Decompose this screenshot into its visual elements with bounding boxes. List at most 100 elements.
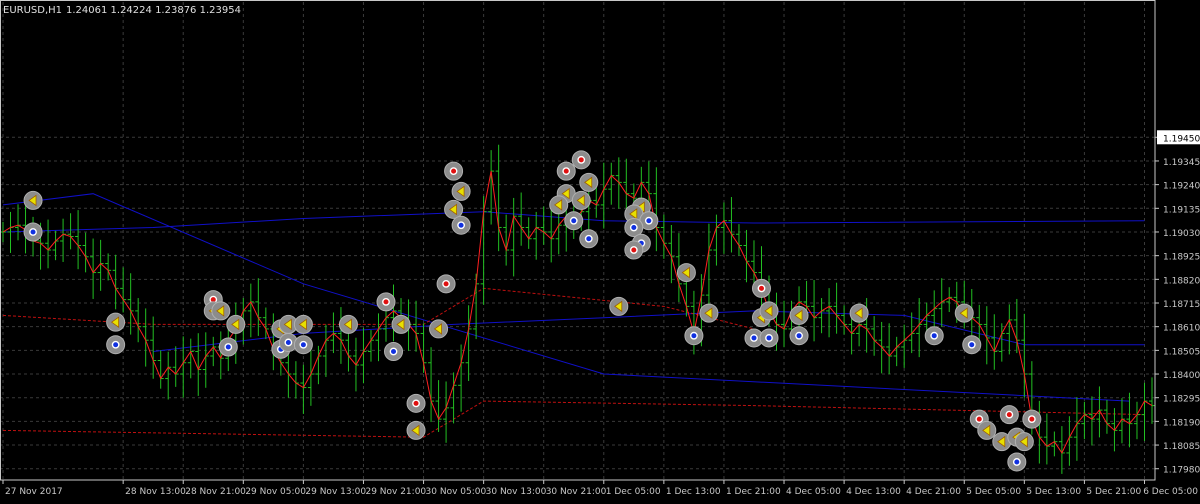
marker-dot-icon	[382, 297, 390, 306]
marker-dot-icon	[457, 221, 465, 230]
x-tick-label: 29 Nov 21:00	[365, 487, 426, 497]
trade-marker-arrow	[759, 301, 779, 321]
trade-marker-arrow	[849, 303, 869, 323]
trade-marker-red	[436, 274, 456, 294]
trade-marker-blue	[579, 229, 599, 249]
marker-dot-icon	[644, 216, 653, 225]
trade-marker-arrow	[391, 314, 411, 334]
x-tick-label: 29 Nov 13:00	[305, 487, 366, 497]
marker-dot-icon	[584, 234, 593, 243]
x-tick-label: 29 Nov 05:00	[245, 487, 306, 497]
trade-marker-blue	[924, 326, 944, 346]
marker-dot-icon	[795, 331, 803, 340]
chart-symbol: EURUSD,H1	[3, 5, 62, 16]
trade-marker-arrow	[609, 296, 629, 316]
trade-marker-blue	[684, 326, 704, 346]
y-tick-label: 1.18925	[1163, 253, 1200, 263]
trade-marker-red	[571, 150, 591, 170]
trade-marker-arrow	[954, 303, 974, 323]
trade-marker-red	[624, 240, 644, 260]
y-tick-label: 1.18295	[1163, 395, 1200, 405]
y-tick-label: 1.19135	[1163, 205, 1200, 215]
marker-dot-icon	[629, 223, 638, 232]
plot-frame	[0, 0, 1156, 481]
y-tick-label: 1.18400	[1163, 371, 1200, 381]
trade-marker-arrow	[699, 303, 719, 323]
chart-canvas[interactable]: 1.19450 1.19345 1.19240 1.19135 1.19030 1.189…	[0, 0, 1200, 500]
marker-dot-icon	[750, 334, 758, 342]
x-tick-label: 1 Dec 21:00	[726, 487, 781, 497]
x-tick-label: 28 Nov 21:00	[185, 487, 246, 497]
current-price-label: 1.19450	[1163, 134, 1200, 144]
trade-marker-red	[556, 161, 576, 181]
y-tick-label: 1.18820	[1163, 276, 1200, 286]
marker-dot-icon	[690, 331, 698, 340]
marker-dot-icon	[1005, 410, 1014, 419]
y-tick-label: 1.17980	[1163, 466, 1200, 476]
marker-dot-icon	[757, 284, 766, 293]
trade-marker-arrow	[579, 172, 599, 192]
x-tick-label: 5 Dec 13:00	[1026, 487, 1081, 497]
marker-dot-icon	[765, 334, 773, 342]
trade-marker-arrow	[406, 420, 426, 440]
marker-dot-icon	[412, 399, 420, 408]
y-tick-label: 1.19345	[1163, 158, 1200, 168]
trade-marker-blue	[218, 337, 238, 357]
trade-marker-arrow	[211, 301, 231, 321]
marker-dot-icon	[449, 167, 458, 176]
trade-marker-blue	[23, 222, 43, 242]
trade-marker-arrow	[226, 314, 246, 334]
x-tick-label: 1 Dec 05:00	[606, 487, 661, 497]
trade-marker-red	[751, 278, 771, 298]
y-tick-label: 1.18190	[1163, 418, 1200, 428]
marker-dot-icon	[29, 228, 37, 236]
marker-dot-icon	[284, 338, 293, 347]
y-tick-label: 1.18610	[1163, 324, 1200, 334]
marker-dot-icon	[629, 246, 638, 254]
marker-dot-icon	[442, 279, 450, 288]
trade-marker-blue	[564, 211, 584, 231]
marker-dot-icon	[224, 343, 233, 351]
x-tick-label: 30 Nov 05:00	[426, 487, 487, 497]
x-tick-label: 1 Dec 13:00	[666, 487, 721, 497]
y-tick-label: 1.18505	[1163, 347, 1200, 357]
trade-marker-blue	[384, 341, 404, 361]
trade-marker-arrow	[293, 314, 313, 334]
trade-marker-arrow	[549, 195, 569, 215]
trade-marker-blue	[293, 335, 313, 355]
price-chart[interactable]: 1.19450 1.19345 1.19240 1.19135 1.19030 1.189…	[0, 0, 1200, 500]
marker-dot-icon	[975, 415, 984, 424]
y-tick-label: 1.18085	[1163, 442, 1200, 452]
axes: 1.19450 1.19345 1.19240 1.19135 1.19030 1.189…	[0, 0, 1200, 497]
marker-dot-icon	[562, 167, 571, 176]
marker-dot-icon	[569, 216, 578, 225]
trade-marker-blue	[624, 217, 644, 237]
trade-marker-arrow	[338, 314, 358, 334]
trade-marker-arrow	[676, 263, 696, 283]
trade-marker-arrow	[789, 305, 809, 325]
trade-marker-red	[999, 405, 1019, 425]
trade-marker-red	[444, 161, 464, 181]
trade-marker-arrow	[451, 181, 471, 201]
y-tick-label: 1.18715	[1163, 300, 1200, 310]
trade-marker-blue	[759, 328, 779, 348]
x-tick-label: 28 Nov 13:00	[125, 487, 186, 497]
chart-ohlc: 1.24061 1.24224 1.23876 1.23954	[66, 5, 241, 16]
trade-markers	[23, 150, 1042, 472]
x-tick-label: 5 Dec 21:00	[1086, 487, 1141, 497]
x-tick-label: 5 Dec 05:00	[966, 487, 1021, 497]
marker-dot-icon	[930, 331, 939, 340]
marker-dot-icon	[299, 340, 308, 349]
y-tick-label: 1.19030	[1163, 229, 1200, 239]
trade-marker-red	[406, 393, 426, 413]
x-tick-label: 30 Nov 21:00	[546, 487, 607, 497]
trade-marker-arrow	[571, 190, 591, 210]
trade-marker-red	[376, 292, 396, 312]
x-tick-label: 4 Dec 05:00	[786, 487, 841, 497]
grid	[0, 2, 1155, 480]
marker-dot-icon	[577, 155, 586, 164]
trade-marker-blue	[1007, 452, 1027, 472]
trade-marker-red	[1022, 409, 1042, 429]
marker-dot-icon	[1027, 415, 1036, 424]
trade-marker-arrow	[977, 420, 997, 440]
